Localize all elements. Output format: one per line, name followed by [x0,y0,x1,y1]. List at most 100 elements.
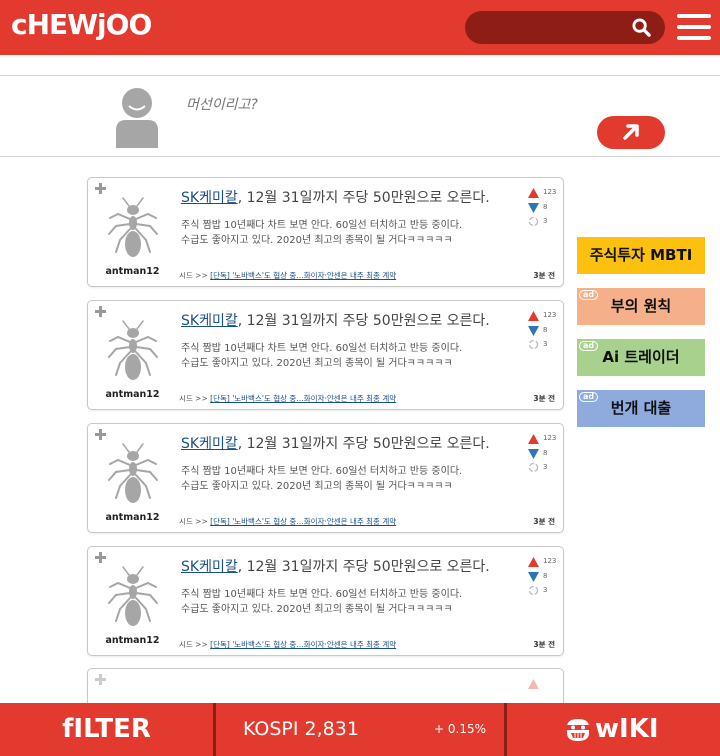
app-root: cHEWjOO 머선이리고? antman12 SK케미칼, 12월 31일까지… [0,0,720,756]
wiki-button[interactable]: wIKI [507,703,720,756]
post-body-line: 주식 짬밥 10년째다 차트 보면 안다. 60일선 터치하고 반등 중이다. [181,220,463,231]
downvote-count: 8 [543,572,548,580]
upvote-count: 123 [543,557,557,565]
post-time: 3분 전 [533,640,555,649]
side-button-label: Ai 트레이더 [602,348,680,366]
footer-prefix: 시드 >> [179,394,208,403]
downvote-icon[interactable] [528,203,539,213]
repost-count: 3 [543,217,548,225]
plus-icon[interactable] [95,674,106,685]
author-name[interactable]: antman12 [90,635,175,646]
hamburger-menu-icon[interactable] [677,14,711,40]
mbti-button[interactable]: 주식투자 MBTI [577,237,705,274]
ticker-link[interactable]: SK케미칼 [181,559,238,575]
repost-icon[interactable] [528,462,539,473]
news-link[interactable]: [단독] '노바백스'도 협상 중…화이자·얀센은 내주 최종 계약 [210,517,396,526]
post-title-text: , 12월 31일까지 주당 50만원으로 오른다. [237,190,490,206]
post-title-text: , 12월 31일까지 주당 50만원으로 오른다. [237,313,490,329]
post-composer [0,75,720,157]
post-title[interactable]: SK케미칼, 12월 31일까지 주당 50만원으로 오른다. [181,310,516,330]
search-icon[interactable] [632,18,651,37]
post-title[interactable]: SK케미칼, 12월 31일까지 주당 50만원으로 오른다. [181,187,516,207]
post-body: 주식 짬밥 10년째다 차트 보면 안다. 60일선 터치하고 반등 중이다. … [181,464,511,494]
plus-icon[interactable] [95,306,106,317]
repost-count: 3 [543,463,548,471]
send-post-button[interactable] [597,116,665,149]
post-body: 주식 짬밥 10년째다 차트 보면 안다. 60일선 터치하고 반등 중이다. … [181,587,511,617]
ad-badge: ad [579,290,599,300]
downvote-count: 8 [543,449,548,457]
repost-icon[interactable] [528,216,539,227]
upvote-icon[interactable] [528,434,539,444]
repost-icon[interactable] [528,585,539,596]
post-body-line: 수급도 좋아지고 있다. 2020년 최고의 종목이 될 거다ㅋㅋㅋㅋㅋ [181,358,453,369]
downvote-icon[interactable] [528,572,539,582]
ticker-link[interactable]: SK케미칼 [181,436,238,452]
repost-icon[interactable] [528,339,539,350]
post-footer: 시드 >> [단독] '노바백스'도 협상 중…화이자·얀센은 내주 최종 계약 [179,516,396,527]
footer-prefix: 시드 >> [179,517,208,526]
post-card-partial[interactable] [87,668,564,703]
ad-badge: ad [579,341,599,351]
downvote-count: 8 [543,203,548,211]
downvote-icon[interactable] [528,326,539,336]
post-card[interactable]: antman12 SK케미칼, 12월 31일까지 주당 50만원으로 오른다.… [87,423,564,533]
wealth-principle-button[interactable]: ad 부의 원칙 [577,288,705,325]
kospi-change: + 0.15% [434,722,486,736]
footer-prefix: 시드 >> [179,271,208,280]
news-link[interactable]: [단독] '노바백스'도 협상 중…화이자·얀센은 내주 최종 계약 [210,271,396,280]
wiki-label: wIKI [595,714,659,744]
repost-count: 3 [543,586,548,594]
post-card[interactable]: antman12 SK케미칼, 12월 31일까지 주당 50만원으로 오른다.… [87,177,564,287]
news-link[interactable]: [단독] '노바백스'도 협상 중…화이자·얀센은 내주 최종 계약 [210,640,396,649]
upvote-icon[interactable] [528,188,539,198]
ai-trader-button[interactable]: ad Ai 트레이더 [577,339,705,376]
post-body-line: 수급도 좋아지고 있다. 2020년 최고의 종목이 될 거다ㅋㅋㅋㅋㅋ [181,604,453,615]
upvote-icon[interactable] [528,679,539,689]
plus-icon[interactable] [95,552,106,563]
bottom-divider [213,703,216,756]
author-name[interactable]: antman12 [90,512,175,523]
side-button-label: 부의 원칙 [610,297,672,315]
post-card[interactable]: antman12 SK케미칼, 12월 31일까지 주당 50만원으로 오른다.… [87,300,564,410]
post-body-line: 주식 짬밥 10년째다 차트 보면 안다. 60일선 터치하고 반등 중이다. [181,343,463,354]
post-time: 3분 전 [533,271,555,280]
post-body-line: 주식 짬밥 10년째다 차트 보면 안다. 60일선 터치하고 반등 중이다. [181,589,463,600]
mascot-face-icon [567,719,589,741]
quick-loan-button[interactable]: ad 번개 대출 [577,390,705,427]
post-time: 3분 전 [533,517,555,526]
ticker-link[interactable]: SK케미칼 [181,313,238,329]
downvote-icon[interactable] [528,449,539,459]
author-name[interactable]: antman12 [90,389,175,400]
post-footer: 시드 >> [단독] '노바백스'도 협상 중…화이자·얀센은 내주 최종 계약 [179,270,396,281]
search-bar[interactable] [465,11,665,44]
post-time: 3분 전 [533,394,555,403]
author-name[interactable]: antman12 [90,266,175,277]
side-button-label: 번개 대출 [610,399,672,417]
ticker-link[interactable]: SK케미칼 [181,190,238,206]
plus-icon[interactable] [95,183,106,194]
repost-count: 3 [543,340,548,348]
downvote-count: 8 [543,326,548,334]
post-card[interactable]: antman12 SK케미칼, 12월 31일까지 주당 50만원으로 오른다.… [87,546,564,656]
filter-button[interactable]: fILTER [0,703,213,756]
post-body: 주식 짬밥 10년째다 차트 보면 안다. 60일선 터치하고 반등 중이다. … [181,341,511,371]
plus-icon[interactable] [95,429,106,440]
footer-prefix: 시드 >> [179,640,208,649]
bottom-bar: fILTER KOSPI 2,831 + 0.15% wIKI [0,703,720,756]
side-button-label: 주식투자 MBTI [589,246,693,264]
upvote-count: 123 [543,188,557,196]
post-title-text: , 12월 31일까지 주당 50만원으로 오른다. [237,559,490,575]
top-header: cHEWjOO [0,0,720,55]
post-input[interactable] [186,94,566,116]
ad-badge: ad [579,392,599,402]
upvote-icon[interactable] [528,557,539,567]
news-link[interactable]: [단독] '노바백스'도 협상 중…화이자·얀센은 내주 최종 계약 [210,394,396,403]
post-body-line: 수급도 좋아지고 있다. 2020년 최고의 종목이 될 거다ㅋㅋㅋㅋㅋ [181,481,453,492]
post-body-line: 주식 짬밥 10년째다 차트 보면 안다. 60일선 터치하고 반등 중이다. [181,466,463,477]
app-logo[interactable]: cHEWjOO [11,8,152,41]
post-title[interactable]: SK케미칼, 12월 31일까지 주당 50만원으로 오른다. [181,433,516,453]
ant-icon [108,197,158,257]
post-title[interactable]: SK케미칼, 12월 31일까지 주당 50만원으로 오른다. [181,556,516,576]
upvote-icon[interactable] [528,311,539,321]
